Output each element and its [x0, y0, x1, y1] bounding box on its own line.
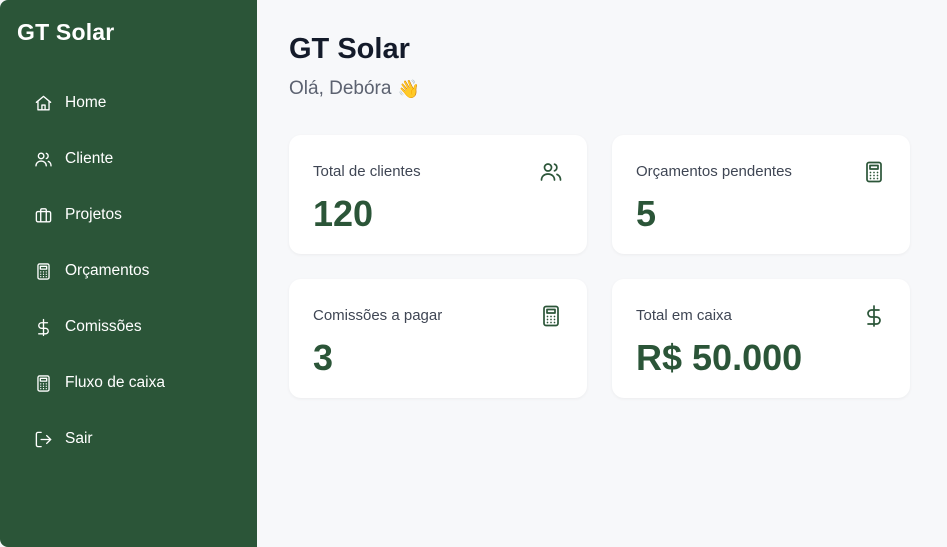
card-title: Orçamentos pendentes [636, 163, 792, 180]
sidebar-item-label: Cliente [65, 150, 114, 167]
sidebar-item-label: Orçamentos [65, 262, 150, 279]
sidebar-item-label: Sair [65, 430, 93, 447]
sidebar-item-fluxo-de-caixa[interactable]: Fluxo de caixa [0, 355, 257, 411]
greeting: Olá, Debóra 👋 [289, 78, 420, 100]
sidebar-item-cliente[interactable]: Cliente [0, 131, 257, 187]
card-value: 3 [313, 337, 334, 378]
stat-card-total-clientes: Total de clientes 120 [289, 135, 587, 254]
home-icon [33, 93, 53, 113]
greeting-text: Olá, Debóra [289, 78, 392, 99]
main-content: GT Solar Olá, Debóra 👋 Total de clientes… [257, 0, 947, 547]
page-title: GT Solar [289, 33, 410, 65]
card-title: Total em caixa [636, 307, 732, 324]
stat-card-comissoes-a-pagar: Comissões a pagar 3 [289, 279, 587, 398]
calculator-icon [862, 160, 886, 184]
sidebar-nav: Home Cliente Projetos Orçamentos Comissõ… [0, 75, 257, 467]
dollar-icon [33, 317, 53, 337]
card-value: 5 [636, 193, 657, 234]
card-title: Comissões a pagar [313, 307, 443, 324]
briefcase-icon [33, 205, 53, 225]
dollar-icon [862, 304, 886, 328]
sidebar-item-label: Fluxo de caixa [65, 374, 165, 391]
sidebar-item-label: Projetos [65, 206, 122, 223]
card-title: Total de clientes [313, 163, 421, 180]
logout-icon [33, 429, 53, 449]
users-icon [33, 149, 53, 169]
sidebar-item-projetos[interactable]: Projetos [0, 187, 257, 243]
sidebar-item-orcamentos[interactable]: Orçamentos [0, 243, 257, 299]
stat-card-total-em-caixa: Total em caixa R$ 50.000 [612, 279, 910, 398]
sidebar-brand: GT Solar [17, 19, 115, 45]
stat-card-orcamentos-pendentes: Orçamentos pendentes 5 [612, 135, 910, 254]
calculator-icon [33, 373, 53, 393]
sidebar-item-sair[interactable]: Sair [0, 411, 257, 467]
app-window: GT Solar Home Cliente Projetos Orçamento… [0, 0, 947, 547]
sidebar: GT Solar Home Cliente Projetos Orçamento… [0, 0, 257, 547]
wave-emoji: 👋 [397, 78, 420, 99]
sidebar-item-label: Comissões [65, 318, 142, 335]
users-icon [539, 160, 563, 184]
calculator-icon [539, 304, 563, 328]
card-value: R$ 50.000 [636, 337, 803, 378]
sidebar-item-label: Home [65, 94, 107, 111]
calculator-icon [33, 261, 53, 281]
sidebar-item-comissoes[interactable]: Comissões [0, 299, 257, 355]
card-value: 120 [313, 193, 374, 234]
sidebar-item-home[interactable]: Home [0, 75, 257, 131]
